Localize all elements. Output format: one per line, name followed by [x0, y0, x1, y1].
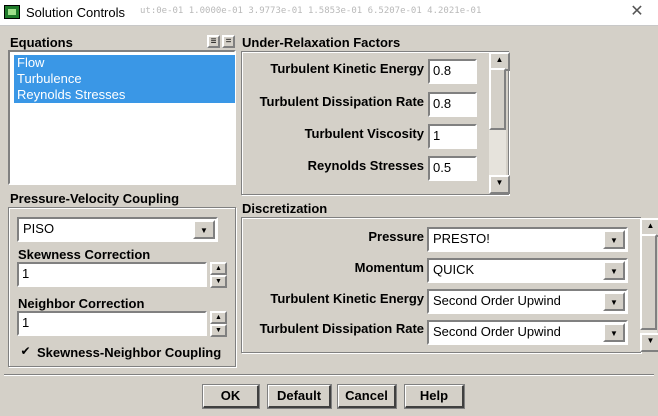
- discretization-heading: Discretization: [242, 201, 328, 216]
- relax-viscosity-input[interactable]: 1: [428, 124, 477, 149]
- close-button[interactable]: ✕: [616, 0, 658, 25]
- divider: [4, 374, 654, 376]
- disc-pressure-dropdown[interactable]: PRESTO! ▼: [427, 227, 628, 252]
- discretization-scrollbar[interactable]: ▲ ▼: [640, 218, 658, 352]
- disc-pressure-label: Pressure: [368, 229, 424, 244]
- coupling-checkbox[interactable]: ✔: [19, 345, 32, 358]
- neighbor-label: Neighbor Correction: [18, 296, 145, 311]
- relax-tdr-label: Turbulent Dissipation Rate: [259, 94, 424, 109]
- chevron-down-icon[interactable]: ▼: [603, 292, 625, 311]
- pv-scheme-value: PISO: [23, 221, 55, 236]
- scrollbar-thumb[interactable]: [640, 234, 657, 330]
- relaxation-heading: Under-Relaxation Factors: [242, 35, 401, 50]
- chevron-down-icon[interactable]: ▼: [603, 261, 625, 280]
- relax-tdr-input[interactable]: 0.8: [428, 92, 477, 117]
- neighbor-down-icon[interactable]: ▼: [210, 324, 227, 337]
- relax-tke-input[interactable]: 0.8: [428, 59, 477, 84]
- deselect-all-icon[interactable]: =: [222, 35, 235, 48]
- coupling-label: Skewness-Neighbor Coupling: [37, 345, 222, 360]
- relax-reynolds-label: Reynolds Stresses: [307, 158, 424, 173]
- neighbor-input[interactable]: 1: [17, 311, 207, 336]
- disc-momentum-label: Momentum: [354, 260, 424, 275]
- relax-tke-label: Turbulent Kinetic Energy: [270, 61, 424, 76]
- help-button[interactable]: Help: [404, 384, 465, 409]
- disc-tdr-value: Second Order Upwind: [433, 324, 561, 339]
- relaxation-scrollbar[interactable]: ▲ ▼: [489, 52, 510, 194]
- disc-momentum-value: QUICK: [433, 262, 475, 277]
- select-all-icon[interactable]: ≡: [207, 35, 220, 48]
- disc-pressure-value: PRESTO!: [433, 231, 490, 246]
- scroll-down-icon[interactable]: ▼: [640, 333, 658, 352]
- skewness-up-icon[interactable]: ▲: [210, 262, 227, 275]
- chevron-down-icon[interactable]: ▼: [603, 230, 625, 249]
- disc-tke-label: Turbulent Kinetic Energy: [270, 291, 424, 306]
- window-title: Solution Controls: [26, 5, 125, 20]
- app-icon: [4, 5, 20, 19]
- relax-reynolds-input[interactable]: 0.5: [428, 156, 477, 181]
- scroll-down-icon[interactable]: ▼: [489, 175, 510, 194]
- cancel-button[interactable]: Cancel: [337, 384, 397, 409]
- skewness-label: Skewness Correction: [18, 247, 151, 262]
- disc-momentum-dropdown[interactable]: QUICK ▼: [427, 258, 628, 283]
- pv-coupling-heading: Pressure-Velocity Coupling: [10, 191, 180, 206]
- relax-viscosity-label: Turbulent Viscosity: [304, 126, 424, 141]
- list-item[interactable]: Turbulence: [14, 71, 235, 87]
- scrollbar-thumb[interactable]: [489, 68, 506, 130]
- disc-tdr-label: Turbulent Dissipation Rate: [259, 321, 424, 336]
- disc-tke-dropdown[interactable]: Second Order Upwind ▼: [427, 289, 628, 314]
- skewness-input[interactable]: 1: [17, 262, 207, 287]
- list-item[interactable]: Reynolds Stresses: [14, 87, 235, 103]
- list-item[interactable]: Flow: [14, 55, 235, 71]
- equations-list[interactable]: Flow Turbulence Reynolds Stresses: [8, 50, 236, 185]
- default-button[interactable]: Default: [267, 384, 332, 409]
- titlebar-background-text: ut:0e-01 1.0000e-01 3.9773e-01 1.5853e-0…: [140, 6, 482, 16]
- equations-heading: Equations: [10, 35, 73, 50]
- disc-tke-value: Second Order Upwind: [433, 293, 561, 308]
- chevron-down-icon[interactable]: ▼: [193, 220, 215, 239]
- chevron-down-icon[interactable]: ▼: [603, 323, 625, 342]
- ok-button[interactable]: OK: [202, 384, 260, 409]
- disc-tdr-dropdown[interactable]: Second Order Upwind ▼: [427, 320, 628, 345]
- skewness-down-icon[interactable]: ▼: [210, 275, 227, 288]
- pv-scheme-dropdown[interactable]: PISO ▼: [17, 217, 218, 242]
- neighbor-up-icon[interactable]: ▲: [210, 311, 227, 324]
